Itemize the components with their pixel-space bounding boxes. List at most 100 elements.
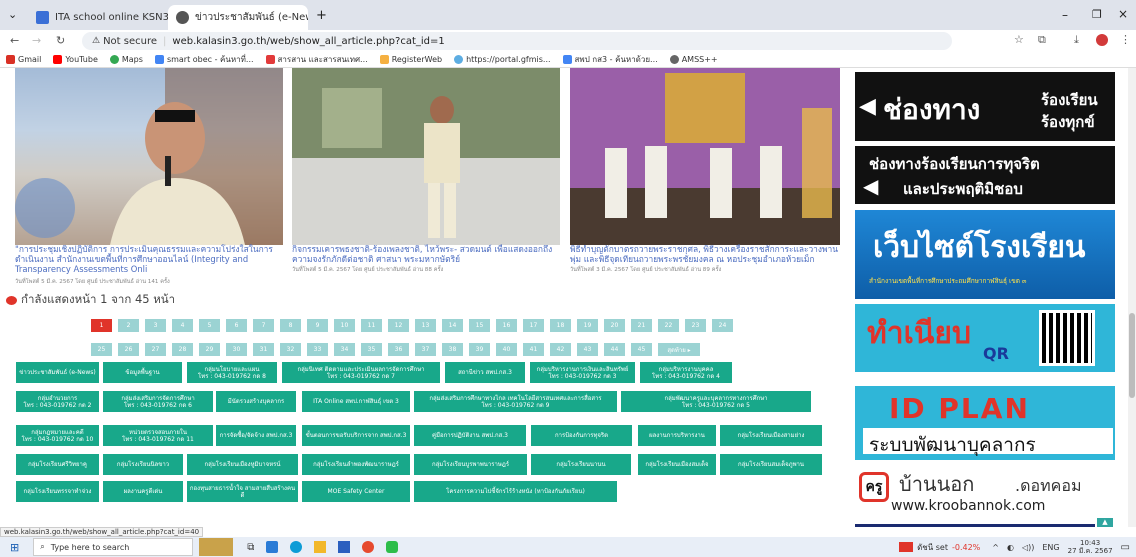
category-button-0-0[interactable]: ข่าวประชาสัมพันธ์ (e-News) [16,362,99,383]
category-button-1-5[interactable]: กลุ่มพัฒนาครูและบุคลากรทางการศึกษา โทร :… [621,391,811,412]
tab-enews[interactable]: ข่าวประชาสัมพันธ์ (e-News) - สำนั × [168,5,308,30]
chrome-icon[interactable] [362,541,375,553]
clock[interactable]: 10:43 27 มี.ค. 2567 [1068,539,1113,555]
url-omnibox[interactable]: ⚠ Not secure | web.kalasin3.go.th/web/sh… [82,32,952,50]
bookmark-registerweb[interactable]: RegisterWeb [379,55,442,64]
category-button-0-6[interactable]: กลุ่มบริหารงานบุคคล โทร : 043-019762 กด … [640,362,732,383]
language-indicator[interactable]: ENG [1042,543,1059,552]
category-button-4-2[interactable]: กองทุนสายธารน้ำใจ สามสายสืบสร้างคนดี [187,481,298,502]
category-button-0-3[interactable]: กลุ่มนิเทศ ติดตามและประเมินผลการจัดการศึ… [282,362,440,383]
page-link-24[interactable]: 24 [712,319,733,332]
restore-icon[interactable]: ❐ [1092,8,1102,21]
profile-avatar[interactable] [1096,34,1108,46]
page-link-34[interactable]: 34 [334,343,355,356]
category-button-3-3[interactable]: กลุ่มโรงเรียนลำพองพัฒนาราษฎร์ [302,454,410,475]
category-button-1-0[interactable]: กลุ่มอำนวยการ โทร : 043-019762 กด 2 [16,391,99,412]
page-link-44[interactable]: 44 [604,343,625,356]
page-link-13[interactable]: 13 [415,319,436,332]
page-link-18[interactable]: 18 [550,319,571,332]
category-button-4-4[interactable]: โครงการความไปชี้จักรไร้ร้างหนัง (หาป้องก… [414,481,617,502]
forward-icon[interactable]: → [32,34,41,47]
category-button-3-0[interactable]: กลุ่มโรงเรียนศรีวิทยาคู [16,454,99,475]
page-link-41[interactable]: 41 [523,343,544,356]
category-button-0-1[interactable]: ข้อมูลพื้นฐาน [103,362,182,383]
scrollbar-thumb[interactable] [1129,313,1135,398]
taskbar-search-box[interactable]: ⌕ Type here to search [33,538,194,556]
banner-corruption-channel[interactable]: ช่องทางร้องเรียนการทุจริต ◀ และประพฤติมิ… [855,146,1115,204]
category-button-1-4[interactable]: กลุ่มส่งเสริมการศึกษาทางไกล เทคโนโลยีสาร… [414,391,617,412]
banner-id-plan[interactable]: ID PLAN ระบบพัฒนาบุคลากร [855,386,1115,460]
star-icon[interactable]: ☆ [1014,33,1024,46]
bookmark-youtube[interactable]: YouTube [53,55,98,64]
page-link-1[interactable]: 1 [91,319,112,332]
article-photo-1[interactable] [15,68,283,245]
page-link-11[interactable]: 11 [361,319,382,332]
page-link-22[interactable]: 22 [658,319,679,332]
extensions-icon[interactable]: ⧉ [1038,33,1046,47]
category-button-4-1[interactable]: ผลงานครูดีเด่น [103,481,183,502]
category-button-3-1[interactable]: กลุ่มโรงเรียนนิลขาว [103,454,183,475]
vertical-scrollbar[interactable] [1128,68,1136,527]
page-link-45[interactable]: 45 [631,343,652,356]
page-link-14[interactable]: 14 [442,319,463,332]
page-link-27[interactable]: 27 [145,343,166,356]
page-link-25[interactable]: 25 [91,343,112,356]
page-link-4[interactable]: 4 [172,319,193,332]
category-button-3-2[interactable]: กลุ่มโรงเรียนเมืองหูมิบาจหรน์ [187,454,298,475]
tray-chevron-icon[interactable]: ^ [992,543,999,552]
banner-school-websites[interactable]: เว็บไซต์โรงเรียน สำนักงานเขตพื้นที่การศึ… [855,210,1115,299]
page-link-9[interactable]: 9 [307,319,328,332]
category-button-0-4[interactable]: สถานีข่าว สพป.กส.3 [445,362,525,383]
bookmark-gfmis[interactable]: https://portal.gfmis... [454,55,551,64]
network-icon[interactable]: ◐ [1007,543,1014,552]
bookmark-amss[interactable]: AMSS++ [669,55,718,64]
page-link-42[interactable]: 42 [550,343,571,356]
article-title-2[interactable]: กิจกรรมเคารพธงชาติ-ร้องเพลงชาติ, ไหว้พระ… [292,244,560,266]
page-link-29[interactable]: 29 [199,343,220,356]
category-button-3-5[interactable]: กลุ่มโรงเรียนนานน [531,454,631,475]
window-close-icon[interactable]: × [1118,7,1128,21]
page-link-38[interactable]: 38 [442,343,463,356]
edge-icon[interactable] [266,541,279,553]
download-icon[interactable]: ⤓ [1074,33,1079,47]
bookmark-spp[interactable]: สพป กส3 - ค้นหาด้วย... [562,53,658,66]
category-button-3-7[interactable]: กลุ่มโรงเรียนสมเด็จภูพาน [720,454,822,475]
line-icon[interactable] [386,541,399,553]
task-view-icon[interactable]: ⧉ [247,542,254,553]
category-button-0-5[interactable]: กลุ่มบริหารงานการเงินและสินทรัพย์ โทร : … [530,362,635,383]
page-link-30[interactable]: 30 [226,343,247,356]
category-button-4-3[interactable]: MOE Safety Center [302,481,410,502]
page-link-5[interactable]: 5 [199,319,220,332]
article-photo-3[interactable] [570,68,840,245]
page-link-10[interactable]: 10 [334,319,355,332]
page-link-39[interactable]: 39 [469,343,490,356]
page-link-21[interactable]: 21 [631,319,652,332]
taskbar-weather-image[interactable] [199,538,234,556]
banner-qr-directory[interactable]: ทำเนียบ QR [855,304,1115,372]
page-link-8[interactable]: 8 [280,319,301,332]
bookmark-sarasan[interactable]: สารสาน และสารสนเทศ... [265,53,368,66]
article-title-3[interactable]: พิธีทำบุญตักบาตรถวายพระราชกุศล, พิธีวางเ… [570,244,842,266]
page-link-26[interactable]: 26 [118,343,139,356]
minimize-icon[interactable]: – [1062,8,1068,22]
category-button-3-4[interactable]: กลุ่มโรงเรียนบูรพาพนาราษฎร์ [414,454,527,475]
page-link-35[interactable]: 35 [361,343,382,356]
page-link-28[interactable]: 28 [172,343,193,356]
page-link-2[interactable]: 2 [118,319,139,332]
category-button-4-0[interactable]: กลุ่มโรงเรียนทรรจาทำจ่วง [16,481,99,502]
page-link-32[interactable]: 32 [280,343,301,356]
browser-icon[interactable] [290,541,303,553]
notification-icon[interactable]: ▭ [1121,542,1130,553]
tab-search-icon[interactable]: ⌄ [8,8,17,21]
bookmark-smart-obec[interactable]: smart obec - ค้นหาที่... [154,53,254,66]
windows-start-icon[interactable]: ⊞ [10,541,19,554]
page-link-15[interactable]: 15 [469,319,490,332]
category-button-2-2[interactable]: การจัดซื้อ/จัดจ้าง สพป.กส.3 [216,425,296,446]
scroll-top-icon[interactable]: ▲ [1097,518,1113,527]
category-button-2-0[interactable]: กลุ่มกฎหมายและคดี โทร : 043-019762 กด 10 [16,425,99,446]
category-button-2-3[interactable]: ขั้นตอนการขอรับบริการจาก สพป.กส.3 [302,425,410,446]
volume-icon[interactable]: ◁)) [1022,543,1034,552]
page-link-17[interactable]: 17 [523,319,544,332]
category-button-0-2[interactable]: กลุ่มนโยบายและแผน โทร : 043-019762 กด 8 [187,362,277,383]
banner-complaint-channel[interactable]: ◀ ช่องทาง ร้องเรียน ร้องทุกข์ [855,72,1115,141]
